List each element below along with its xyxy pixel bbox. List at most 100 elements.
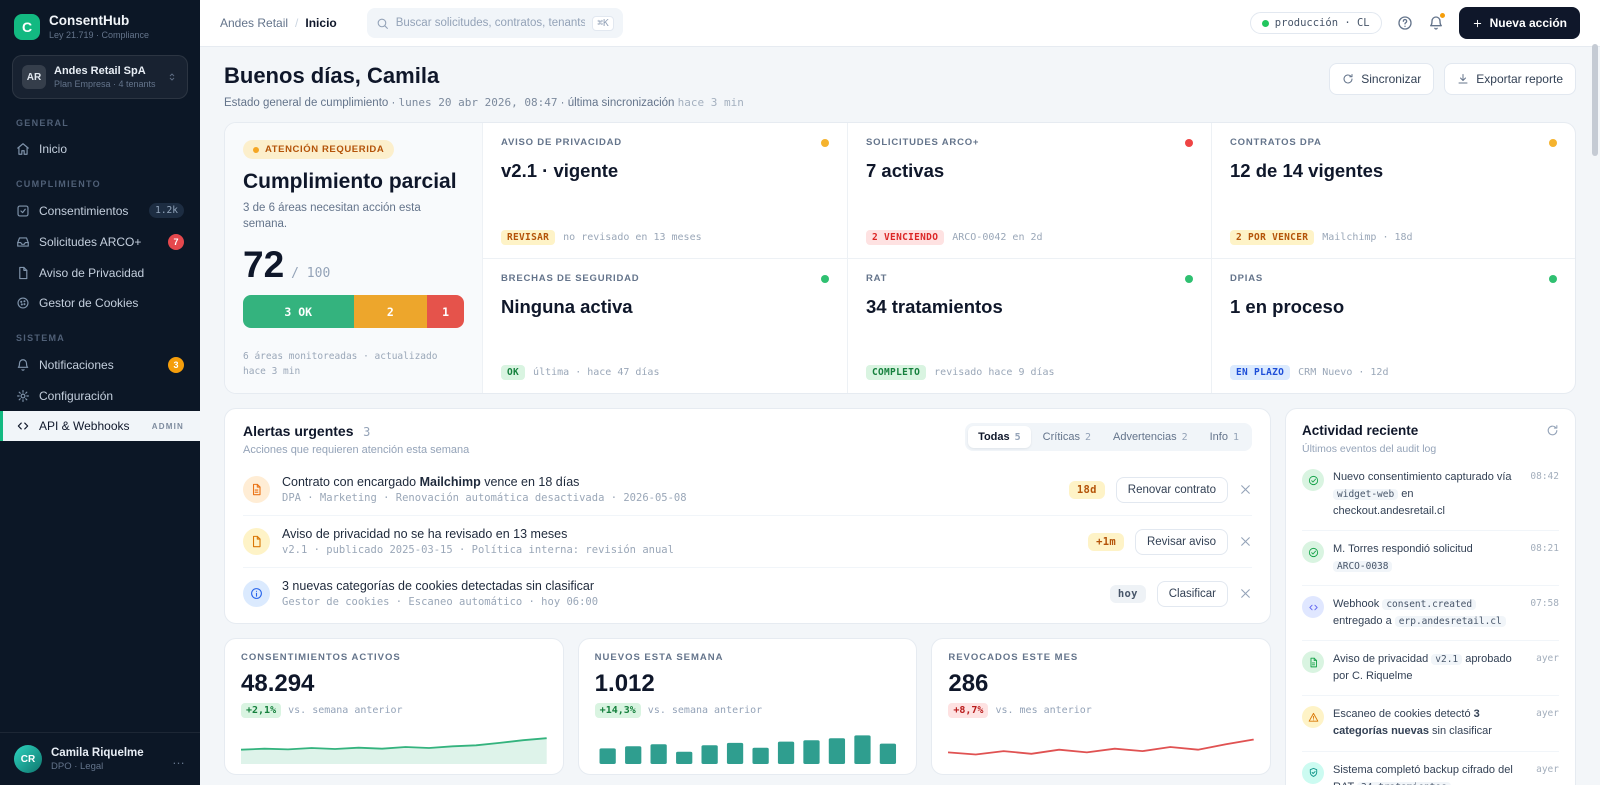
alert-action-button[interactable]: Clasificar xyxy=(1156,580,1228,607)
tab-label: Advertencias xyxy=(1112,431,1177,443)
stat-value: 1.012 xyxy=(594,670,655,697)
org-switcher[interactable]: AR Andes Retail SpA Plan Empresa · 4 ten… xyxy=(12,55,188,99)
status-card-title: BRECHAS DE SEGURIDAD xyxy=(501,273,640,284)
score-segment-label: 2 xyxy=(386,304,394,319)
status-dot-icon xyxy=(1549,138,1557,147)
activity-text: Webhook consent.created entregado a erp.… xyxy=(1333,596,1517,630)
status-badge: OK xyxy=(501,365,526,380)
shield-icon xyxy=(1308,767,1319,778)
close-icon[interactable] xyxy=(1239,587,1252,600)
status-card-header: BRECHAS DE SEGURIDAD xyxy=(501,273,829,284)
sidebar-nav: GENERAL Inicio CUMPLIMIENTO Consentimientos… xyxy=(0,101,200,732)
activity-text: Sistema completó backup cifrado del RAT … xyxy=(1333,762,1523,785)
activity-text-part: Nuevo consentimiento capturado vía xyxy=(1333,471,1512,483)
status-card-value: 34 tratamientos xyxy=(866,296,1003,317)
user-name: Camila Riquelme xyxy=(51,746,144,759)
status-card-title: CONTRATOS DPA xyxy=(1230,137,1322,148)
alert-chip: hoy xyxy=(1109,584,1146,603)
activity-text-part: M. Torres respondió solicitud xyxy=(1333,543,1473,556)
activity-icon xyxy=(1302,541,1324,564)
alert-tab-info[interactable]: Info 1 xyxy=(1200,426,1249,448)
alerts-title: Alertas urgentes xyxy=(243,423,354,439)
sidebar-item-label: Gestor de Cookies xyxy=(39,296,139,310)
close-icon[interactable] xyxy=(1239,535,1252,548)
user-menu[interactable]: CR Camila Riquelme DPO · Legal … xyxy=(0,732,200,785)
help-button[interactable] xyxy=(1397,15,1413,31)
activity-text-part: Webhook xyxy=(1333,598,1383,611)
activity-text-part: Aviso de privacidad xyxy=(1333,653,1432,666)
status-card-aviso-de-privacidad[interactable]: AVISO DE PRIVACIDAD v2.1 · vigente REVISAR… xyxy=(483,123,847,258)
status-card-header: DPIAS xyxy=(1230,273,1557,284)
more-icon[interactable]: … xyxy=(172,752,186,767)
stats-row: CONSENTIMIENTOS ACTIVOS 48.294 +2,1% vs. se… xyxy=(224,638,1272,775)
status-badge: 2 VENCIENDO xyxy=(866,230,945,245)
new-action-button[interactable]: Nueva acción xyxy=(1458,7,1580,39)
status-card-title: DPIAS xyxy=(1230,273,1264,284)
sidebar-item-solicitudes-arco[interactable]: Solicitudes ARCO+ 7 xyxy=(0,226,200,258)
status-card-brechas-de-seguridad[interactable]: BRECHAS DE SEGURIDAD Ninguna activa OK últi… xyxy=(483,258,847,393)
app-logo-icon: C xyxy=(14,13,40,40)
sync-button[interactable]: Sincronizar xyxy=(1329,63,1435,95)
breadcrumb-root[interactable]: Andes Retail xyxy=(220,16,288,30)
scrollbar[interactable] xyxy=(1592,44,1598,156)
stat-delta: +14,3% xyxy=(594,703,641,718)
status-card-header: CONTRATOS DPA xyxy=(1230,137,1557,148)
stat-card-revocados-este-mes: REVOCADOS ESTE MES 286 +8,7% vs. mes anteri… xyxy=(931,638,1272,775)
sidebar-item-label: API & Webhooks xyxy=(39,419,130,433)
sidebar-item-gestor-de-cookies[interactable]: Gestor de Cookies xyxy=(0,288,200,318)
close-icon[interactable] xyxy=(1239,483,1252,496)
warn-icon xyxy=(1308,712,1319,723)
sidebar-item-configuraci-n[interactable]: Configuración xyxy=(0,381,200,411)
search-icon xyxy=(376,17,389,30)
status-card-rat[interactable]: RAT 34 tratamientos COMPLETO revisado hace … xyxy=(847,258,1211,393)
activity-time: ayer xyxy=(1536,708,1559,720)
activity-icon xyxy=(1302,651,1324,674)
tab-count: 5 xyxy=(1014,431,1021,443)
inline-code: erp.andesretail.cl xyxy=(1394,616,1506,628)
activity-time: ayer xyxy=(1536,763,1559,775)
sparkline-bar xyxy=(599,735,896,764)
lower-grid: Alertas urgentes 3 Acciones que requiere… xyxy=(224,408,1576,785)
stat-delta-row: +2,1% vs. semana anterior xyxy=(241,703,547,718)
activity-refresh-icon[interactable] xyxy=(1546,424,1559,437)
cookie-icon xyxy=(16,296,30,310)
file-icon xyxy=(16,266,30,280)
status-card-dpias[interactable]: DPIAS 1 en proceso EN PLAZO CRM Nuevo · 12d xyxy=(1211,258,1575,393)
status-card-contratos-dpa[interactable]: CONTRATOS DPA 12 de 14 vigentes 2 POR VENC… xyxy=(1211,123,1575,258)
alert-action-button[interactable]: Revisar aviso xyxy=(1134,528,1228,555)
alert-tab-cr-ticas[interactable]: Críticas 2 xyxy=(1033,426,1101,448)
alert-action-button[interactable]: Renovar contrato xyxy=(1115,476,1228,503)
new-action-label: Nueva acción xyxy=(1489,16,1567,30)
status-card-value: 1 en proceso xyxy=(1230,296,1345,317)
notifications-button[interactable] xyxy=(1428,12,1446,31)
breadcrumb-current: Inicio xyxy=(305,16,337,30)
activity-time: 08:42 xyxy=(1530,471,1559,482)
search-input[interactable] xyxy=(395,17,586,29)
activity-icon xyxy=(1302,761,1324,784)
score-segment-label: 3 OK xyxy=(284,304,313,319)
stat-delta: +8,7% xyxy=(948,703,989,718)
score-bar: 3 OK 2 1 xyxy=(243,295,464,329)
global-search[interactable]: ⌘K xyxy=(366,8,623,38)
activity-text: Aviso de privacidad v2.1 aprobado por C.… xyxy=(1333,651,1523,685)
sidebar-item-consentimientos[interactable]: Consentimientos 1.2k xyxy=(0,195,200,226)
export-button[interactable]: Exportar reporte xyxy=(1444,63,1576,95)
status-meta: ARCO-0042 en 2d xyxy=(952,232,1043,243)
alert-row: Aviso de privacidad no se ha revisado en… xyxy=(243,515,1252,567)
alert-meta: DPA · Marketing · Renovación automática … xyxy=(282,492,687,504)
sidebar-item-aviso-de-privacidad[interactable]: Aviso de Privacidad xyxy=(0,258,200,288)
alert-tab-advertencias[interactable]: Advertencias 2 xyxy=(1103,426,1198,448)
home-icon xyxy=(16,142,30,156)
sidebar-item-inicio[interactable]: Inicio xyxy=(0,134,200,164)
info-icon xyxy=(250,587,263,600)
status-badge: COMPLETO xyxy=(866,365,927,380)
alert-actions: 18d Renovar contrato xyxy=(1068,476,1252,503)
sidebar-item-notificaciones[interactable]: Notificaciones 3 xyxy=(0,349,200,381)
stat-card-nuevos-esta-semana: NUEVOS ESTA SEMANA 1.012 +14,3% vs. semana … xyxy=(577,638,918,775)
alert-tab-todas[interactable]: Todas 5 xyxy=(968,426,1031,448)
sparkline-line xyxy=(948,738,1255,756)
status-card-solicitudes-arco[interactable]: SOLICITUDES ARCO+ 7 activas 2 VENCIENDO ARC… xyxy=(847,123,1211,258)
sidebar-item-api-webhooks[interactable]: API & Webhooks ADMIN xyxy=(0,411,200,441)
activity-panel: Actividad reciente Últimos eventos del a… xyxy=(1285,408,1576,785)
inline-code: ARCO-0038 xyxy=(1333,561,1393,573)
